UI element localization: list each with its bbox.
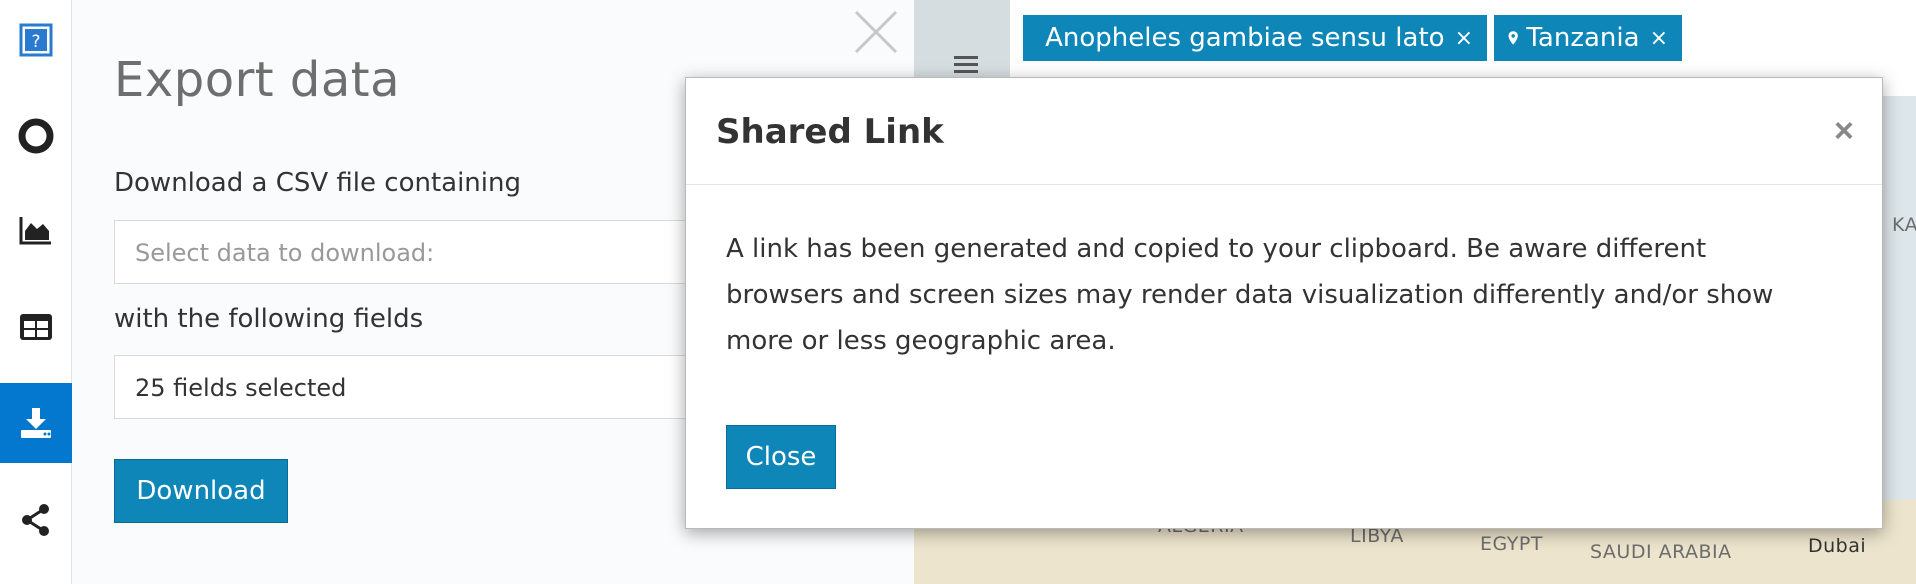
help-icon: ? [19, 23, 53, 57]
csv-label: Download a CSV file containing [114, 168, 521, 198]
download-icon [21, 408, 51, 438]
close-panel-icon[interactable] [852, 8, 900, 56]
modal-close-icon[interactable]: × [1834, 114, 1854, 148]
sidebar-item-charts[interactable] [0, 190, 72, 270]
sidebar: ? [0, 0, 72, 584]
svg-text:?: ? [31, 32, 40, 52]
download-button[interactable]: Download [114, 459, 288, 523]
modal-header: Shared Link × [686, 78, 1882, 185]
filter-tag-species-label: Anopheles gambiae sensu lato [1045, 23, 1445, 53]
modal-close-button[interactable]: Close [726, 425, 836, 489]
map-label-ka: KA [1892, 214, 1916, 236]
modal-message: A link has been generated and copied to … [726, 234, 1774, 356]
map-label-egypt: EGYPT [1480, 533, 1543, 555]
sidebar-item-map[interactable] [0, 96, 72, 176]
remove-country-filter-icon[interactable]: × [1650, 26, 1668, 51]
modal-title: Shared Link [716, 112, 944, 152]
share-icon [22, 504, 49, 536]
circle-ring-icon [18, 118, 54, 154]
sidebar-item-download[interactable] [0, 383, 72, 463]
filter-tag-country[interactable]: Tanzania × [1494, 15, 1682, 61]
map-pin-icon [1508, 31, 1518, 45]
sidebar-item-help[interactable]: ? [0, 0, 72, 80]
data-select[interactable]: Select data to download: [114, 220, 734, 284]
map-label-saudi-arabia: SAUDI ARABIA [1590, 541, 1732, 563]
sidebar-item-share[interactable] [0, 480, 72, 560]
filter-tag-species[interactable]: Anopheles gambiae sensu lato × [1023, 15, 1487, 61]
sidebar-item-table[interactable] [0, 287, 72, 367]
remove-species-filter-icon[interactable]: × [1455, 26, 1473, 51]
shared-link-modal: Shared Link × A link has been generated … [685, 77, 1883, 529]
hamburger-menu-icon[interactable] [950, 52, 982, 78]
fields-select[interactable]: 25 fields selected [114, 355, 734, 419]
table-icon [20, 314, 52, 340]
area-chart-icon [19, 217, 51, 245]
fields-label: with the following fields [114, 304, 424, 334]
export-title: Export data [114, 52, 400, 108]
filter-tag-country-label: Tanzania [1526, 23, 1640, 53]
map-label-dubai: Dubai [1808, 535, 1867, 557]
